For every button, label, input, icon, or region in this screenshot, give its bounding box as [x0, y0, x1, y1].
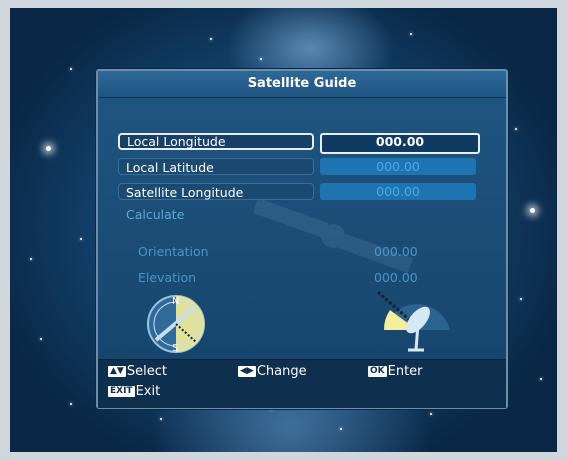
field-row-local-latitude[interactable]: Local Latitude 000.00	[118, 158, 478, 177]
up-down-key-icon: ▲▼	[108, 366, 126, 377]
star-decoration	[540, 378, 542, 380]
satellite-dish-icon	[377, 290, 450, 352]
satellite-longitude-value[interactable]: 000.00	[320, 183, 476, 200]
local-longitude-value[interactable]: 000.00	[320, 133, 480, 154]
footer-change-label: Change	[256, 364, 307, 379]
field-label: Satellite Longitude	[118, 183, 314, 200]
star-decoration	[80, 238, 82, 240]
star-decoration	[530, 208, 535, 213]
compass-icon: N S	[147, 295, 205, 354]
star-decoration	[70, 68, 72, 70]
tv-screen: Satellite Guide Local Longitude 000.00 L…	[10, 8, 557, 452]
footer-help-bar: ▲▼ Select ◀▶ Change OK Enter EXIT Exit	[98, 359, 506, 408]
field-label: Local Longitude	[118, 133, 314, 150]
star-decoration	[70, 403, 72, 405]
exit-key-icon: EXIT	[108, 386, 135, 397]
star-decoration	[46, 146, 51, 151]
orientation-value: 000.00	[374, 244, 418, 259]
footer-exit-label: Exit	[135, 384, 161, 399]
footer-enter-label: Enter	[387, 364, 423, 379]
compass-north-label: N	[172, 296, 179, 307]
star-decoration	[160, 418, 162, 420]
star-decoration	[340, 428, 342, 430]
compass-south-label: S	[172, 343, 178, 354]
field-row-local-longitude[interactable]: Local Longitude 000.00	[118, 133, 480, 154]
footer-change-hint: ◀▶ Change	[238, 364, 307, 379]
dialog-title: Satellite Guide	[98, 71, 506, 98]
star-decoration	[260, 58, 262, 60]
footer-exit-hint: EXIT Exit	[108, 384, 160, 399]
star-decoration	[30, 258, 32, 260]
footer-select-hint: ▲▼ Select	[108, 364, 167, 379]
field-label: Local Latitude	[118, 158, 314, 175]
ok-key-icon: OK	[368, 366, 387, 377]
star-decoration	[430, 413, 432, 415]
orientation-label: Orientation	[138, 244, 209, 259]
dialog-content: Local Longitude 000.00 Local Latitude 00…	[98, 98, 506, 358]
calculate-button[interactable]: Calculate	[126, 207, 184, 222]
footer-enter-hint: OK Enter	[368, 364, 423, 379]
satellite-guide-dialog: Satellite Guide Local Longitude 000.00 L…	[96, 69, 508, 409]
footer-select-label: Select	[126, 364, 167, 379]
star-decoration	[40, 338, 42, 340]
left-right-key-icon: ◀▶	[238, 366, 256, 377]
star-decoration	[210, 38, 212, 40]
local-latitude-value[interactable]: 000.00	[320, 158, 476, 175]
star-decoration	[410, 33, 412, 35]
star-decoration	[520, 298, 522, 300]
field-row-satellite-longitude[interactable]: Satellite Longitude 000.00	[118, 183, 478, 202]
elevation-value: 000.00	[374, 270, 418, 285]
star-decoration	[515, 128, 517, 130]
elevation-label: Elevation	[138, 270, 197, 285]
